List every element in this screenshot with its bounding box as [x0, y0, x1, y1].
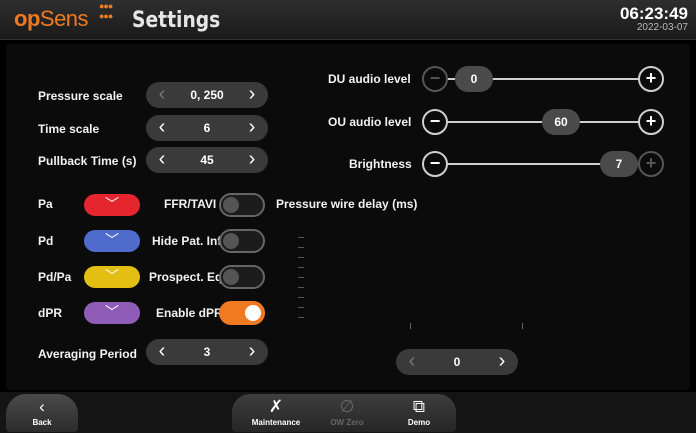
channel-label-dpr: dPR — [38, 306, 62, 320]
du-audio-level-label: DU audio level — [328, 72, 411, 86]
pd-color-dropdown[interactable]: ﹀ — [84, 230, 140, 252]
pressure-wire-delay-increase-button[interactable]: › — [490, 349, 514, 375]
delay-scale-tick — [410, 323, 411, 329]
time-scale-increase-button[interactable]: › — [240, 115, 264, 141]
delay-scale-tick — [298, 287, 304, 288]
dpr-color-dropdown[interactable]: ﹀ — [84, 302, 140, 324]
chevron-down-icon: ﹀ — [105, 268, 119, 284]
averaging-period-value: 3 — [203, 345, 211, 359]
ou-audio-increase-button[interactable]: + — [638, 109, 664, 135]
pullback-time-decrease-button[interactable]: ‹ — [150, 147, 174, 173]
delay-scale-tick — [298, 317, 304, 318]
pressure-wire-delay-value: 0 — [453, 355, 461, 369]
prospect-eq-toggle[interactable] — [219, 265, 265, 289]
demo-icon: ⧉ — [412, 397, 426, 416]
pressure-wire-delay-stepper: ‹ 0 › — [396, 349, 518, 375]
hide-pat-info-label: Hide Pat. Info — [152, 234, 229, 248]
ou-audio-slider-value[interactable]: 60 — [542, 109, 580, 135]
du-audio-decrease-button[interactable]: − — [422, 66, 448, 92]
ou-audio-level-label: OU audio level — [328, 115, 412, 129]
brightness-increase-button[interactable]: + — [638, 151, 664, 177]
chevron-left-icon: ‹ — [39, 397, 45, 416]
header-bar: opSens ●●● ●●● Settings 06:23:49 2022-03-… — [0, 0, 696, 40]
averaging-period-decrease-button[interactable]: ‹ — [150, 339, 174, 365]
settings-panel: Pressure scale ‹ 0, 250 › Time scale ‹ 6… — [6, 44, 690, 390]
averaging-period-label: Averaging Period — [38, 347, 137, 361]
pressure-scale-increase-button[interactable]: › — [240, 82, 264, 108]
pullback-time-label: Pullback Time (s) — [38, 154, 137, 168]
demo-button[interactable]: ⧉ Demo — [386, 394, 452, 432]
du-audio-increase-button[interactable]: + — [638, 66, 664, 92]
opsens-logo: opSens — [14, 6, 89, 31]
pressure-wire-delay-label: Pressure wire delay (ms) — [276, 197, 418, 211]
time-scale-stepper: ‹ 6 › — [146, 115, 268, 141]
delay-scale-tick — [298, 257, 304, 258]
du-audio-slider-value[interactable]: 0 — [455, 66, 493, 92]
pressure-wire-delay-decrease-button[interactable]: ‹ — [400, 349, 424, 375]
delay-scale-tick — [298, 247, 304, 248]
clock-date: 2022-03-07 — [636, 22, 688, 33]
pressure-scale-value: 0, 250 — [190, 88, 224, 102]
brightness-label: Brightness — [349, 157, 412, 171]
hide-pat-info-toggle[interactable] — [219, 229, 265, 253]
pullback-time-increase-button[interactable]: › — [240, 147, 264, 173]
chevron-down-icon: ﹀ — [105, 196, 119, 212]
ffr-tavi-toggle[interactable] — [219, 193, 265, 217]
delay-scale-tick — [298, 307, 304, 308]
chevron-down-icon: ﹀ — [105, 304, 119, 320]
prospect-eq-label: Prospect. Eq. — [149, 270, 226, 284]
null-icon: ∅ — [339, 397, 355, 416]
delay-scale-tick — [298, 297, 304, 298]
ou-audio-slider-track[interactable] — [436, 121, 642, 123]
logo-dots-icon: ●●● ●●● — [99, 1, 113, 21]
pressure-scale-stepper: ‹ 0, 250 › — [146, 82, 268, 108]
page-title: Settings — [132, 8, 221, 33]
averaging-period-stepper: ‹ 3 › — [146, 339, 268, 365]
chevron-down-icon: ﹀ — [105, 232, 119, 248]
pressure-scale-decrease-button[interactable]: ‹ — [150, 82, 174, 108]
delay-scale-tick — [298, 267, 304, 268]
ow-zero-button[interactable]: ∅ OW Zero — [314, 394, 380, 432]
time-scale-decrease-button[interactable]: ‹ — [150, 115, 174, 141]
brightness-slider-value[interactable]: 7 — [600, 151, 638, 177]
pa-color-dropdown[interactable]: ﹀ — [84, 194, 140, 216]
delay-scale-tick — [298, 277, 304, 278]
clock-time: 06:23:49 — [619, 4, 688, 23]
channel-label-pa: Pa — [38, 197, 53, 211]
averaging-period-increase-button[interactable]: › — [240, 339, 264, 365]
brightness-decrease-button[interactable]: − — [422, 151, 448, 177]
ffr-tavi-label: FFR/TAVI — [164, 197, 217, 211]
pullback-time-stepper: ‹ 45 › — [146, 147, 268, 173]
time-scale-label: Time scale — [38, 122, 100, 136]
pdpa-color-dropdown[interactable]: ﹀ — [84, 266, 140, 288]
delay-scale-tick — [522, 323, 523, 329]
tools-icon: ✗ — [268, 397, 284, 416]
ou-audio-decrease-button[interactable]: − — [422, 109, 448, 135]
pullback-time-value: 45 — [200, 153, 214, 167]
delay-scale-tick — [298, 237, 304, 238]
footer-bar: ‹ Back ✗ Maintenance ∅ OW Zero ⧉ Demo — [0, 392, 696, 433]
back-button[interactable]: ‹ Back — [6, 394, 78, 432]
time-scale-value: 6 — [203, 121, 211, 135]
maintenance-button[interactable]: ✗ Maintenance — [242, 394, 310, 432]
pressure-scale-label: Pressure scale — [38, 89, 123, 103]
enable-dpr-toggle[interactable] — [219, 301, 265, 325]
channel-label-pdpa: Pd/Pa — [38, 270, 72, 284]
enable-dpr-label: Enable dPR — [156, 306, 223, 320]
channel-label-pd: Pd — [38, 234, 54, 248]
